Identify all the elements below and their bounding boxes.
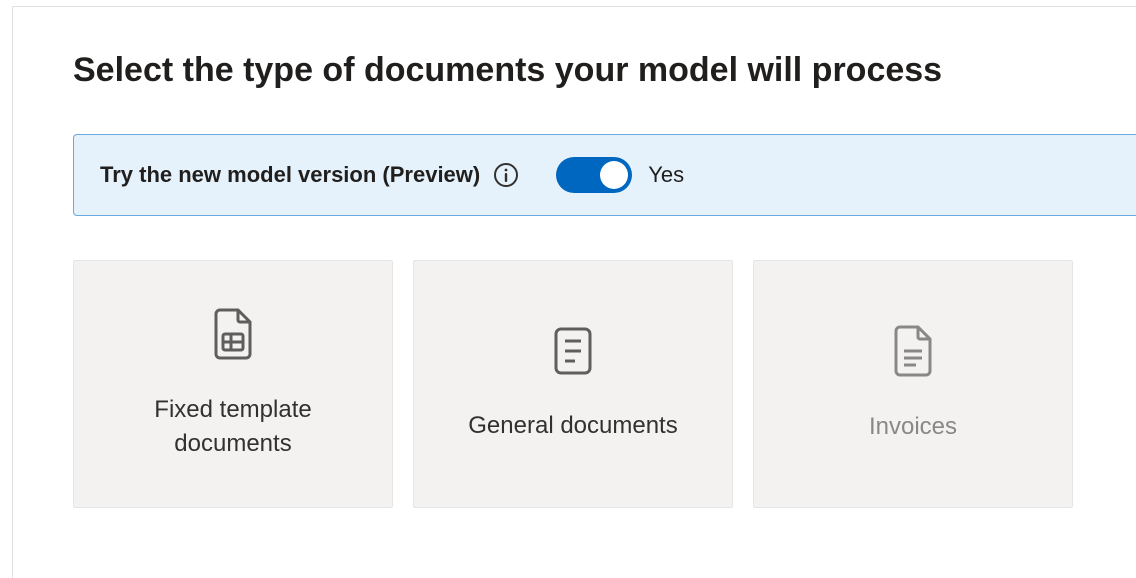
card-title: Invoices xyxy=(869,410,957,444)
card-general-documents[interactable]: General documents xyxy=(413,260,733,508)
page-heading: Select the type of documents your model … xyxy=(73,51,1136,90)
preview-banner: Try the new model version (Preview) Yes xyxy=(73,134,1136,216)
page-container: Select the type of documents your model … xyxy=(12,6,1136,578)
document-type-cards: Fixed template documents General documen… xyxy=(73,260,1136,508)
info-icon[interactable] xyxy=(494,163,518,187)
toggle-knob xyxy=(600,161,628,189)
card-invoices[interactable]: Invoices xyxy=(753,260,1073,508)
document-list-icon xyxy=(553,326,593,381)
document-lines-icon xyxy=(892,325,934,382)
toggle-state-label: Yes xyxy=(648,162,684,188)
document-table-icon xyxy=(212,308,254,365)
preview-toggle[interactable] xyxy=(556,157,632,193)
card-title: General documents xyxy=(468,409,677,443)
content-area: Select the type of documents your model … xyxy=(33,7,1136,508)
card-fixed-template-documents[interactable]: Fixed template documents xyxy=(73,260,393,508)
preview-toggle-group: Yes xyxy=(556,157,684,193)
card-title: Fixed template documents xyxy=(98,393,368,460)
preview-label: Try the new model version (Preview) xyxy=(100,162,480,188)
